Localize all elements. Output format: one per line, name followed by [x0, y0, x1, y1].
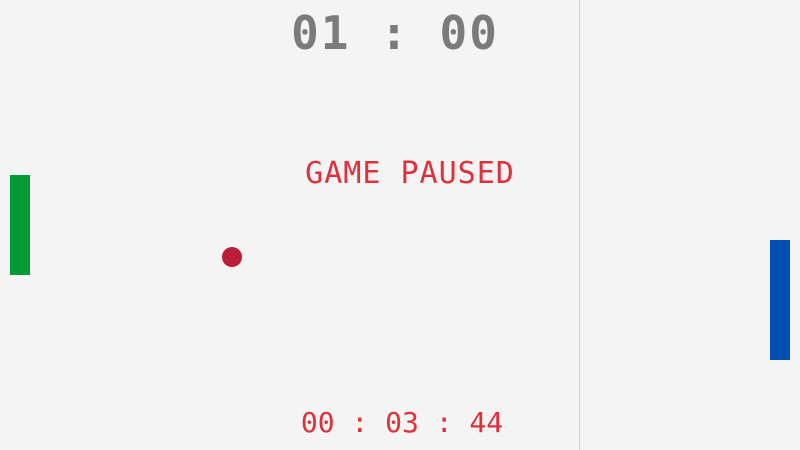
- game-canvas[interactable]: 01 : 00 GAME PAUSED 00 : 03 : 44: [0, 0, 800, 450]
- pause-status-label: GAME PAUSED: [305, 156, 515, 191]
- scoreboard: 01 : 00: [291, 6, 499, 60]
- game-timer: 00 : 03 : 44: [300, 406, 504, 439]
- ball: [222, 247, 242, 267]
- right-paddle: [770, 240, 790, 360]
- left-paddle: [10, 175, 30, 275]
- court-divider: [579, 0, 580, 450]
